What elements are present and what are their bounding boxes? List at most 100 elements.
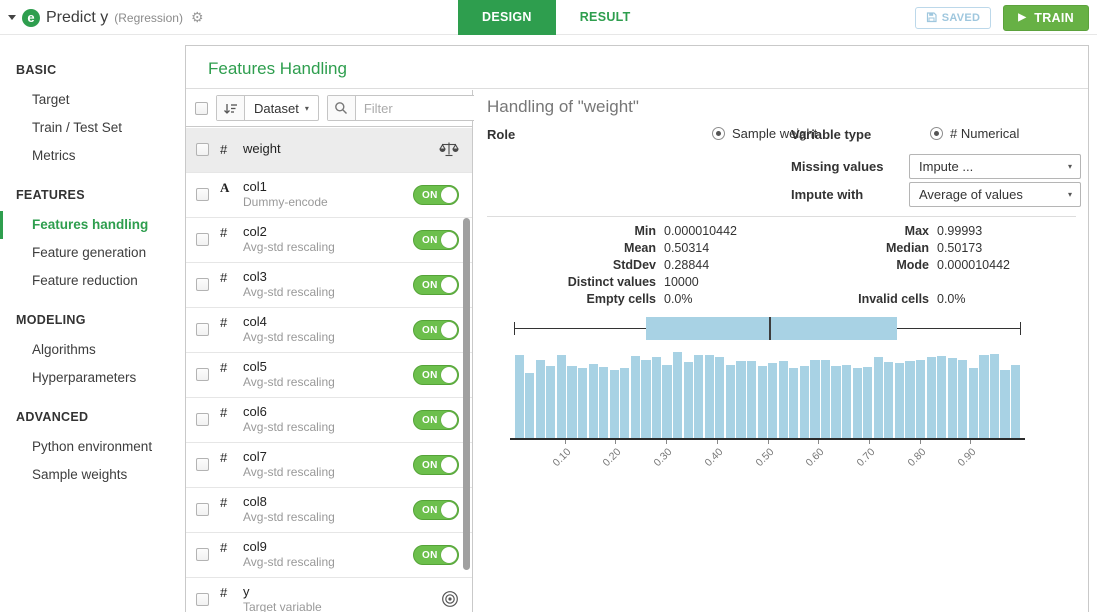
toggle-on[interactable]: ON: [413, 545, 459, 565]
sidebar-item-sample-weights[interactable]: Sample weights: [0, 461, 185, 489]
feature-checkbox[interactable]: [196, 368, 209, 381]
save-icon: [926, 12, 937, 23]
toggle-on[interactable]: ON: [413, 185, 459, 205]
sidebar-section-title: MODELING: [0, 303, 185, 336]
histogram-bar: [821, 360, 830, 438]
sidebar-item-target[interactable]: Target: [0, 86, 185, 114]
numerical-radio-label: # Numerical: [950, 126, 1019, 141]
boxplot-median-line: [769, 317, 771, 340]
sample-weight-scale-icon[interactable]: [439, 140, 459, 158]
sidebar-item-features-handling[interactable]: Features handling: [0, 211, 185, 239]
feature-checkbox[interactable]: [196, 413, 209, 426]
feature-row-col4[interactable]: #col4Avg-std rescalingON: [186, 308, 472, 353]
numeric-type-icon: #: [220, 315, 227, 330]
feature-row-y[interactable]: #yTarget variable: [186, 578, 472, 612]
feature-toggle[interactable]: ON: [413, 185, 459, 210]
feature-row-col3[interactable]: #col3Avg-std rescalingON: [186, 263, 472, 308]
page: e Predict y (Regression) ⚙ DESIGN RESULT…: [0, 0, 1097, 612]
sidebar-item-metrics[interactable]: Metrics: [0, 142, 185, 170]
toggle-on[interactable]: ON: [413, 275, 459, 295]
histogram-bar: [705, 355, 714, 438]
toggle-on[interactable]: ON: [413, 365, 459, 385]
missing-values-select[interactable]: Impute ... ▾: [909, 154, 1081, 179]
histogram-bar: [599, 367, 608, 438]
sidebar-item-algorithms[interactable]: Algorithms: [0, 336, 185, 364]
impute-with-select[interactable]: Average of values ▾: [909, 182, 1081, 207]
target-variable-icon[interactable]: [441, 590, 459, 608]
histogram-bar: [747, 361, 756, 438]
feature-row-col5[interactable]: #col5Avg-std rescalingON: [186, 353, 472, 398]
feature-handling-subtitle: Avg-std rescaling: [243, 510, 335, 524]
feature-toggle[interactable]: ON: [413, 545, 459, 570]
stat-invalid-cells: Invalid cells0.0%: [474, 292, 1088, 309]
select-all-checkbox[interactable]: [195, 102, 208, 115]
feature-row-col1[interactable]: Acol1Dummy-encodeON: [186, 173, 472, 218]
dataset-dropdown[interactable]: Dataset ▾: [245, 101, 318, 116]
saved-button[interactable]: SAVED: [915, 7, 992, 29]
sidebar-item-python-environment[interactable]: Python environment: [0, 433, 185, 461]
gear-icon[interactable]: ⚙: [191, 9, 204, 26]
tab-design[interactable]: DESIGN: [458, 0, 556, 35]
feature-row-col7[interactable]: #col7Avg-std rescalingON: [186, 443, 472, 488]
histogram-bar: [726, 365, 735, 438]
feature-name: weight: [243, 141, 281, 156]
feature-list-toolbar: Dataset ▾: [186, 90, 472, 127]
sidebar-section-advanced: ADVANCEDPython environmentSample weights: [0, 400, 185, 489]
feature-name: col6: [243, 404, 267, 419]
feature-checkbox[interactable]: [196, 503, 209, 516]
train-button-label: TRAIN: [1034, 11, 1074, 25]
features-handling-panel: Features Handling Dataset ▾: [185, 45, 1089, 612]
feature-checkbox[interactable]: [196, 593, 209, 606]
scrollbar-thumb[interactable]: [463, 218, 470, 570]
sidebar-item-feature-reduction[interactable]: Feature reduction: [0, 267, 185, 295]
toggle-on[interactable]: ON: [413, 320, 459, 340]
feature-row-col9[interactable]: #col9Avg-std rescalingON: [186, 533, 472, 578]
model-dropdown-caret-icon[interactable]: [8, 15, 16, 20]
x-tick-label: 0.90: [942, 446, 979, 483]
feature-checkbox[interactable]: [196, 458, 209, 471]
stat-mode: Mode0.000010442: [474, 258, 1088, 275]
sidebar-item-hyperparameters[interactable]: Hyperparameters: [0, 364, 185, 392]
feature-row-col2[interactable]: #col2Avg-std rescalingON: [186, 218, 472, 263]
sample-weight-radio[interactable]: [712, 127, 725, 140]
feature-toggle[interactable]: ON: [413, 500, 459, 525]
feature-row-col6[interactable]: #col6Avg-std rescalingON: [186, 398, 472, 443]
histogram-bar: [578, 368, 587, 438]
x-tick-label: 0.60: [790, 446, 827, 483]
feature-name: col2: [243, 224, 267, 239]
view-tabs: DESIGN RESULT: [458, 0, 655, 35]
feature-toggle[interactable]: ON: [413, 275, 459, 300]
sidebar-section-title: BASIC: [0, 53, 185, 86]
toggle-knob: [441, 412, 457, 428]
toggle-on[interactable]: ON: [413, 500, 459, 520]
feature-toggle[interactable]: ON: [413, 365, 459, 390]
feature-checkbox[interactable]: [196, 188, 209, 201]
missing-values-label: Missing values: [791, 159, 883, 174]
toggle-on[interactable]: ON: [413, 410, 459, 430]
numerical-radio[interactable]: [930, 127, 943, 140]
feature-row-col8[interactable]: #col8Avg-std rescalingON: [186, 488, 472, 533]
feature-checkbox[interactable]: [196, 548, 209, 561]
sidebar-item-feature-generation[interactable]: Feature generation: [0, 239, 185, 267]
sidebar-item-train-test-set[interactable]: Train / Test Set: [0, 114, 185, 142]
histogram-bar: [842, 365, 851, 438]
x-tick-label: 0.30: [638, 446, 675, 483]
feature-row-weight[interactable]: #weight: [186, 128, 472, 173]
toggle-on[interactable]: ON: [413, 230, 459, 250]
feature-checkbox[interactable]: [196, 278, 209, 291]
histogram-bar: [694, 355, 703, 438]
feature-checkbox[interactable]: [196, 233, 209, 246]
feature-toggle[interactable]: ON: [413, 410, 459, 435]
histogram-bar: [927, 357, 936, 438]
train-button[interactable]: ▶ TRAIN: [1003, 5, 1089, 31]
sort-button[interactable]: [217, 96, 245, 120]
toggle-knob: [441, 502, 457, 518]
tab-result[interactable]: RESULT: [556, 0, 655, 35]
variable-type-radio-group: # Numerical: [930, 126, 1019, 141]
toggle-on[interactable]: ON: [413, 455, 459, 475]
feature-toggle[interactable]: ON: [413, 230, 459, 255]
feature-toggle[interactable]: ON: [413, 455, 459, 480]
feature-checkbox[interactable]: [196, 323, 209, 336]
feature-toggle[interactable]: ON: [413, 320, 459, 345]
feature-checkbox[interactable]: [196, 143, 209, 156]
